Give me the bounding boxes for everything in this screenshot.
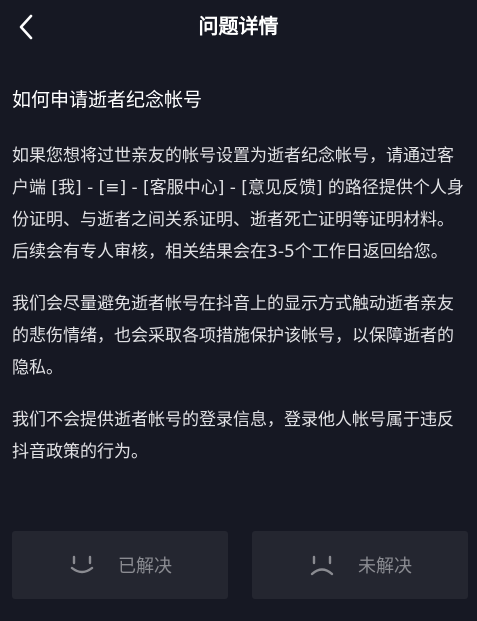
solved-label: 已解决 xyxy=(118,556,172,577)
article-title: 如何申请逝者纪念帐号 xyxy=(12,89,203,111)
frown-face-icon xyxy=(310,555,334,576)
article-paragraph: 我们不会提供逝者帐号的登录信息，登录他人帐号属于违反抖音政策的行为。 xyxy=(12,410,454,462)
back-button[interactable] xyxy=(8,9,44,45)
smile-face-icon xyxy=(70,555,94,574)
nav-bar: 问题详情 xyxy=(0,0,477,54)
page-title: 问题详情 xyxy=(198,14,279,38)
article-paragraph: 如果您想将过世亲友的帐号设置为逝者纪念帐号，请通过客户端 [我] - [≡] -… xyxy=(12,146,464,262)
article-paragraph: 我们会尽量避免逝者帐号在抖音上的显示方式触动逝者亲友的悲伤情绪，也会采取各项措施… xyxy=(12,294,454,378)
unsolved-label: 未解决 xyxy=(358,556,412,577)
feedback-row: 已解决 未解决 xyxy=(12,531,469,599)
unsolved-button[interactable]: 未解决 xyxy=(252,531,468,599)
article: 如何申请逝者纪念帐号 如果您想将过世亲友的帐号设置为逝者纪念帐号，请通过客户端 … xyxy=(12,86,467,488)
solved-button[interactable]: 已解决 xyxy=(12,531,228,599)
chevron-left-icon xyxy=(19,14,33,40)
